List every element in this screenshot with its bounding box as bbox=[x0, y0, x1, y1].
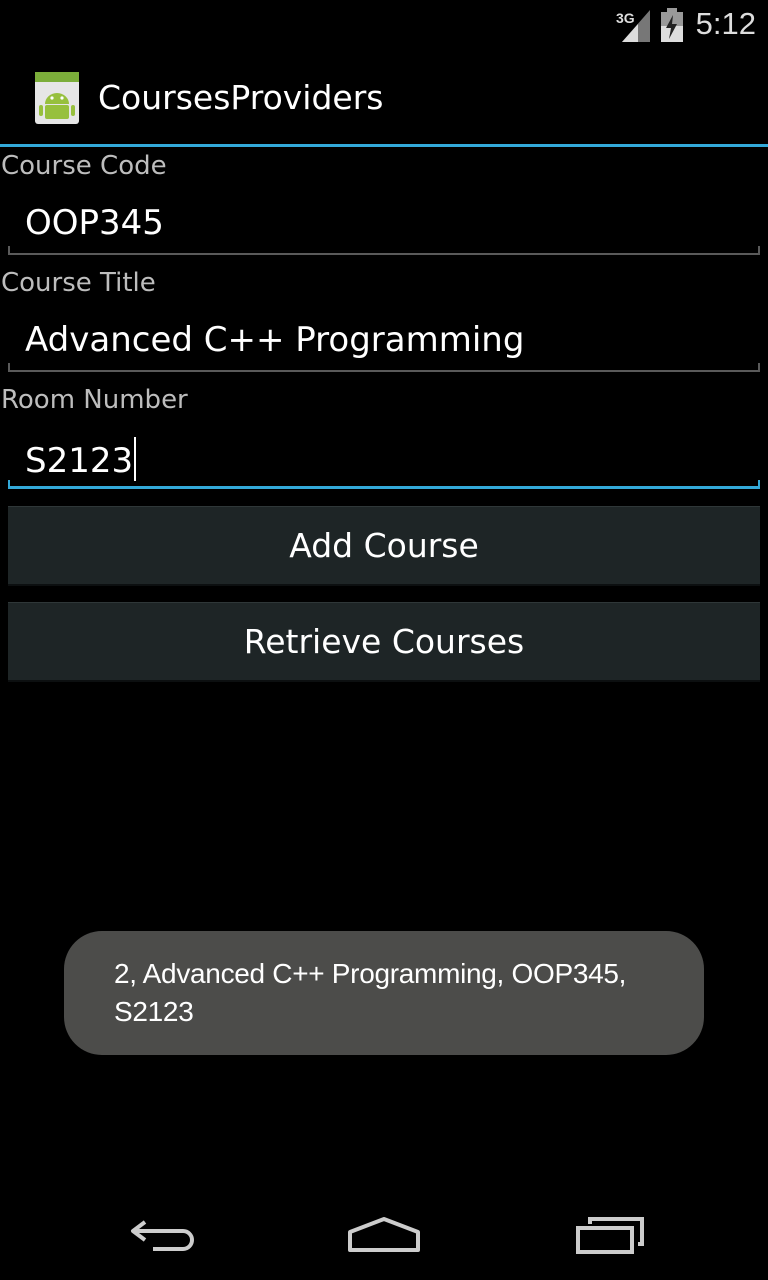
room-number-label: Room Number bbox=[1, 385, 188, 415]
field-tick-left bbox=[8, 246, 10, 255]
network-type-label: 3G bbox=[616, 10, 635, 26]
field-tick-right bbox=[758, 363, 760, 372]
room-number-field[interactable]: S2123 bbox=[8, 429, 760, 489]
field-tick-right bbox=[758, 480, 760, 489]
course-title-label: Course Title bbox=[1, 268, 156, 298]
room-number-underline bbox=[8, 486, 760, 489]
field-tick-left bbox=[8, 363, 10, 372]
field-tick-left bbox=[8, 480, 10, 489]
android-app-icon bbox=[33, 70, 81, 126]
course-title-underline bbox=[8, 370, 760, 372]
add-course-button[interactable]: Add Course bbox=[8, 506, 760, 586]
back-icon[interactable] bbox=[115, 1208, 205, 1264]
status-clock: 5:12 bbox=[695, 6, 756, 41]
course-title-field[interactable]: Advanced C++ Programming bbox=[8, 312, 760, 372]
retrieve-courses-button[interactable]: Retrieve Courses bbox=[8, 602, 760, 682]
toast-line-1: 2, Advanced C++ Programming, OOP345, bbox=[114, 958, 627, 989]
home-icon[interactable] bbox=[339, 1208, 429, 1264]
field-tick-right bbox=[758, 246, 760, 255]
text-cursor bbox=[134, 437, 137, 481]
course-title-value: Advanced C++ Programming bbox=[25, 320, 525, 360]
course-code-label: Course Code bbox=[1, 151, 167, 181]
toast-line-2: S2123 bbox=[114, 996, 194, 1027]
status-bar: 3G 5:12 bbox=[0, 0, 768, 50]
recent-apps-icon[interactable] bbox=[565, 1208, 655, 1264]
battery-icon bbox=[660, 8, 684, 46]
course-code-value: OOP345 bbox=[25, 203, 164, 243]
course-code-field[interactable]: OOP345 bbox=[8, 195, 760, 255]
room-number-value-wrap: S2123 bbox=[25, 437, 137, 481]
app-title: CoursesProviders bbox=[98, 78, 384, 117]
room-number-value: S2123 bbox=[25, 441, 134, 481]
course-code-underline bbox=[8, 253, 760, 255]
toast-message: 2, Advanced C++ Programming, OOP345, S21… bbox=[64, 931, 704, 1055]
signal-icon: 3G bbox=[616, 8, 652, 46]
